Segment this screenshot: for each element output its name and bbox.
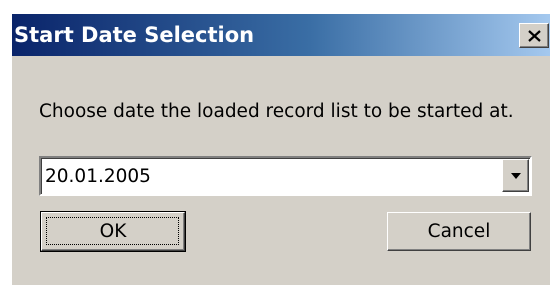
cancel-button[interactable]: Cancel (387, 212, 531, 251)
start-date-value[interactable]: 20.01.2005 (45, 165, 151, 189)
start-date-dialog: Start Date Selection Choose date the loa… (10, 12, 550, 285)
window-title: Start Date Selection (14, 23, 255, 47)
cancel-button-label: Cancel (427, 221, 491, 242)
close-button[interactable] (519, 23, 549, 48)
close-icon (528, 30, 541, 42)
ok-button-label: OK (99, 221, 127, 242)
chevron-down-icon (511, 173, 521, 179)
prompt-message: Choose date the loaded record list to be… (39, 101, 514, 122)
ok-button[interactable]: OK (40, 211, 186, 252)
date-dropdown-button[interactable] (502, 159, 529, 192)
title-bar[interactable]: Start Date Selection (12, 14, 550, 56)
start-date-combobox[interactable]: 20.01.2005 (39, 156, 532, 196)
